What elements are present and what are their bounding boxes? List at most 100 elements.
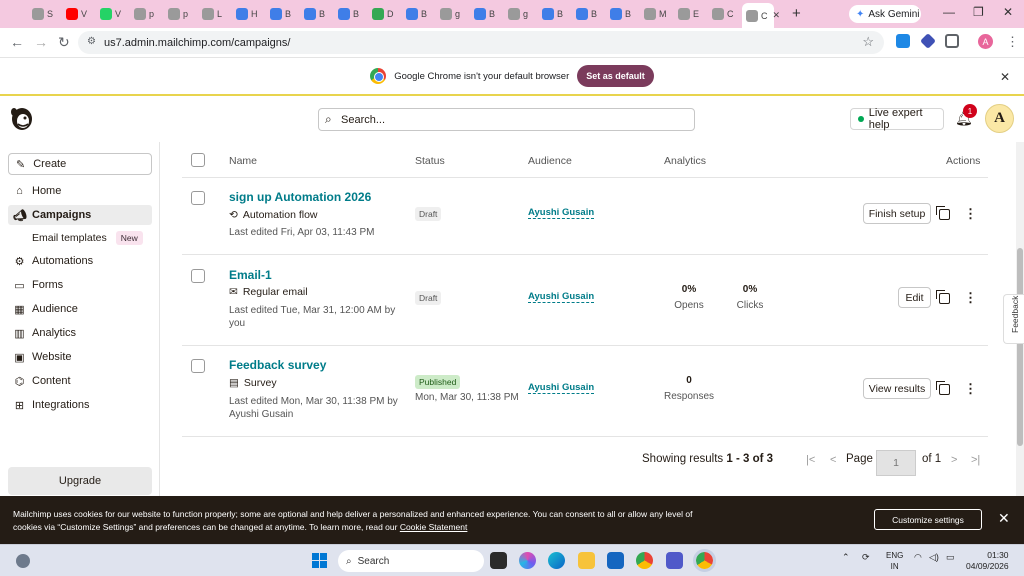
sidebar-item-integrations[interactable]: ⊞ Integrations	[8, 395, 152, 415]
audience-link[interactable]: Ayushi Gusain	[528, 291, 595, 303]
browser-tab[interactable]: B	[334, 5, 366, 23]
volume-icon[interactable]: ◁)	[929, 552, 939, 563]
ask-gemini-button[interactable]: ✦ Ask Gemini	[849, 5, 921, 23]
audience-link[interactable]: Ayushi Gusain	[528, 382, 595, 394]
sidebar-item-audience[interactable]: ▦ Audience	[8, 299, 152, 319]
file-explorer-icon[interactable]	[578, 552, 595, 569]
extensions-puzzle-icon[interactable]	[945, 34, 959, 48]
chrome-menu-icon[interactable]: ⋮	[1006, 34, 1019, 50]
extension-icon[interactable]	[920, 33, 936, 49]
back-icon[interactable]: ←	[10, 34, 24, 50]
browser-tab[interactable]: E	[674, 5, 706, 23]
audience-link[interactable]: Ayushi Gusain	[528, 207, 595, 219]
task-view-icon[interactable]	[490, 552, 507, 569]
battery-icon[interactable]: ▭	[946, 552, 955, 563]
first-page-icon[interactable]: |<	[806, 454, 815, 466]
live-expert-help-button[interactable]: Live expert help	[850, 107, 944, 131]
taskbar-search-input[interactable]: ⌕ Search	[338, 550, 484, 572]
feedback-tab[interactable]: Feedback	[1003, 294, 1024, 344]
browser-tab[interactable]: B	[538, 5, 570, 23]
show-hidden-icons[interactable]: ⌃	[842, 552, 850, 563]
next-page-icon[interactable]: >	[951, 454, 957, 466]
page-number-input[interactable]: 1	[876, 450, 916, 476]
minimize-icon[interactable]: —	[943, 5, 955, 19]
scrollbar-thumb[interactable]	[1017, 248, 1023, 446]
close-tab-icon[interactable]: ✕	[773, 10, 781, 21]
system-clock[interactable]: 01:30 04/09/2026	[966, 550, 1009, 572]
cookie-close-icon[interactable]: ✕	[998, 510, 1010, 527]
chrome-icon[interactable]	[636, 552, 653, 569]
user-avatar[interactable]: A	[985, 104, 1014, 133]
campaign-name-link[interactable]: Email-1	[229, 268, 272, 282]
sidebar-item-content[interactable]: ⌬ Content	[8, 371, 152, 391]
sidebar-item-home[interactable]: ⌂ Home	[8, 181, 152, 201]
previous-page-icon[interactable]: <	[830, 454, 836, 466]
browser-tab[interactable]: M	[640, 5, 672, 23]
browser-tab[interactable]: p	[130, 5, 162, 23]
finish-setup-button[interactable]: Finish setup	[863, 203, 931, 224]
select-all-checkbox[interactable]	[191, 153, 205, 167]
cookie-statement-link[interactable]: Cookie Statement	[400, 522, 468, 532]
browser-tab[interactable]: D	[368, 5, 400, 23]
chrome-active-icon[interactable]	[693, 549, 716, 572]
mailchimp-logo-icon[interactable]	[9, 104, 35, 132]
new-tab-button[interactable]: +	[792, 5, 801, 22]
column-header-status[interactable]: Status	[415, 155, 445, 167]
set-as-default-button[interactable]: Set as default	[577, 65, 654, 87]
campaign-name-link[interactable]: sign up Automation 2026	[229, 190, 371, 204]
language-indicator[interactable]: ENG IN	[886, 550, 903, 572]
customize-settings-button[interactable]: Customize settings	[874, 509, 982, 530]
wifi-icon[interactable]: ◠	[914, 552, 922, 563]
campaign-name-link[interactable]: Feedback survey	[229, 358, 326, 372]
last-page-icon[interactable]: >|	[971, 454, 980, 466]
browser-tab[interactable]: V	[62, 5, 94, 23]
windows-start-icon[interactable]	[312, 553, 327, 568]
sidebar-item-campaigns[interactable]: 📣︎ Campaigns	[8, 205, 152, 225]
duplicate-icon[interactable]	[936, 290, 950, 304]
browser-tab[interactable]: p	[164, 5, 196, 23]
widgets-icon[interactable]	[16, 554, 30, 568]
browser-tab[interactable]: B	[606, 5, 638, 23]
reload-icon[interactable]: ↻	[58, 34, 70, 51]
close-window-icon[interactable]: ✕	[1003, 5, 1013, 19]
more-options-icon[interactable]: ⋮	[964, 290, 977, 306]
outlook-icon[interactable]	[607, 552, 624, 569]
sidebar-item-website[interactable]: ▣ Website	[8, 347, 152, 367]
browser-tab[interactable]: H	[232, 5, 264, 23]
browser-tab[interactable]: B	[572, 5, 604, 23]
more-options-icon[interactable]: ⋮	[964, 381, 977, 397]
duplicate-icon[interactable]	[936, 206, 950, 220]
address-bar[interactable]: ⚙ us7.admin.mailchimp.com/campaigns/ ☆	[78, 31, 884, 54]
row-checkbox[interactable]	[191, 191, 205, 205]
infobar-close-icon[interactable]: ✕	[1000, 70, 1010, 84]
chrome-profile-avatar[interactable]: A	[978, 34, 993, 49]
more-options-icon[interactable]: ⋮	[964, 206, 977, 222]
column-header-audience[interactable]: Audience	[528, 155, 572, 167]
restore-icon[interactable]: ❐	[973, 5, 984, 19]
sidebar-item-forms[interactable]: ▭ Forms	[8, 275, 152, 295]
browser-tab[interactable]: B	[402, 5, 434, 23]
teams-icon[interactable]	[666, 552, 683, 569]
column-header-name[interactable]: Name	[229, 155, 257, 167]
bookmark-star-icon[interactable]: ☆	[862, 34, 874, 50]
create-button[interactable]: ✎ Create	[8, 153, 152, 175]
copilot-icon[interactable]	[519, 552, 536, 569]
search-input[interactable]: ⌕ Search...	[318, 108, 695, 131]
browser-tab[interactable]: g	[504, 5, 536, 23]
browser-tab[interactable]: g	[436, 5, 468, 23]
browser-tab[interactable]: C	[708, 5, 740, 23]
browser-tab[interactable]: C ✕	[742, 3, 780, 28]
browser-tab[interactable]: B	[300, 5, 332, 23]
sidebar-item-analytics[interactable]: ▥ Analytics	[8, 323, 152, 343]
upgrade-button[interactable]: Upgrade	[8, 467, 152, 495]
browser-tab[interactable]: B	[266, 5, 298, 23]
browser-tab[interactable]: B	[470, 5, 502, 23]
duplicate-icon[interactable]	[936, 381, 950, 395]
browser-tab[interactable]: V	[96, 5, 128, 23]
forward-icon[interactable]: →	[34, 34, 48, 50]
edit-button[interactable]: Edit	[898, 287, 931, 308]
browser-tab[interactable]: S	[28, 5, 60, 23]
extension-icon[interactable]	[896, 34, 910, 48]
row-checkbox[interactable]	[191, 359, 205, 373]
site-info-icon[interactable]: ⚙	[87, 36, 96, 47]
